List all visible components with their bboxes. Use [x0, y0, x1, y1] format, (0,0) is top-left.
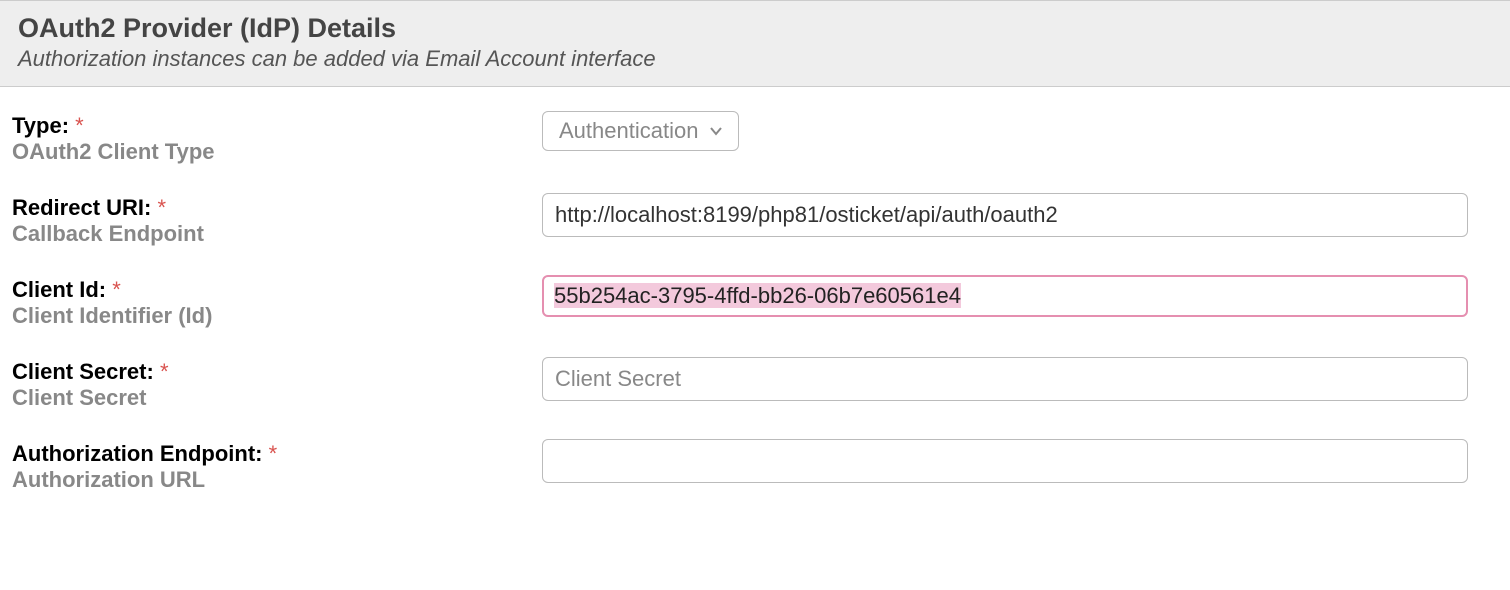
- redirect-uri-hint: Callback Endpoint: [12, 221, 542, 247]
- client-secret-input[interactable]: [542, 357, 1468, 401]
- client-id-input[interactable]: 55b254ac-3795-4ffd-bb26-06b7e60561e4: [542, 275, 1468, 317]
- required-mark: *: [75, 113, 84, 138]
- field-col-auth-endpoint: [542, 439, 1498, 483]
- client-secret-hint: Client Secret: [12, 385, 542, 411]
- row-type: Type: * OAuth2 Client Type Authenticatio…: [12, 97, 1498, 179]
- form-section: Type: * OAuth2 Client Type Authenticatio…: [0, 87, 1510, 517]
- field-col-type: Authentication: [542, 111, 1498, 151]
- row-client-secret: Client Secret: * Client Secret: [12, 343, 1498, 425]
- required-mark: *: [112, 277, 121, 302]
- client-id-label: Client Id:: [12, 277, 106, 302]
- label-col-client-secret: Client Secret: * Client Secret: [12, 357, 542, 411]
- label-col-auth-endpoint: Authorization Endpoint: * Authorization …: [12, 439, 542, 493]
- type-select[interactable]: Authentication: [542, 111, 739, 151]
- type-hint: OAuth2 Client Type: [12, 139, 542, 165]
- label-col-client-id: Client Id: * Client Identifier (Id): [12, 275, 542, 329]
- redirect-uri-label: Redirect URI:: [12, 195, 151, 220]
- auth-endpoint-label: Authorization Endpoint:: [12, 441, 263, 466]
- section-subtitle: Authorization instances can be added via…: [18, 46, 1492, 72]
- type-select-value: Authentication: [559, 118, 698, 144]
- row-redirect-uri: Redirect URI: * Callback Endpoint: [12, 179, 1498, 261]
- client-id-hint: Client Identifier (Id): [12, 303, 542, 329]
- section-header: OAuth2 Provider (IdP) Details Authorizat…: [0, 0, 1510, 87]
- chevron-down-icon: [708, 123, 724, 139]
- client-id-value: 55b254ac-3795-4ffd-bb26-06b7e60561e4: [554, 283, 961, 308]
- required-mark: *: [160, 359, 169, 384]
- field-col-client-id: 55b254ac-3795-4ffd-bb26-06b7e60561e4: [542, 275, 1498, 317]
- row-client-id: Client Id: * Client Identifier (Id) 55b2…: [12, 261, 1498, 343]
- label-col-redirect-uri: Redirect URI: * Callback Endpoint: [12, 193, 542, 247]
- client-secret-label: Client Secret:: [12, 359, 154, 384]
- field-col-client-secret: [542, 357, 1498, 401]
- row-auth-endpoint: Authorization Endpoint: * Authorization …: [12, 425, 1498, 507]
- required-mark: *: [157, 195, 166, 220]
- redirect-uri-input[interactable]: [542, 193, 1468, 237]
- required-mark: *: [269, 441, 278, 466]
- auth-endpoint-hint: Authorization URL: [12, 467, 542, 493]
- section-title: OAuth2 Provider (IdP) Details: [18, 13, 1492, 44]
- auth-endpoint-input[interactable]: [542, 439, 1468, 483]
- label-col-type: Type: * OAuth2 Client Type: [12, 111, 542, 165]
- type-label: Type:: [12, 113, 69, 138]
- field-col-redirect-uri: [542, 193, 1498, 237]
